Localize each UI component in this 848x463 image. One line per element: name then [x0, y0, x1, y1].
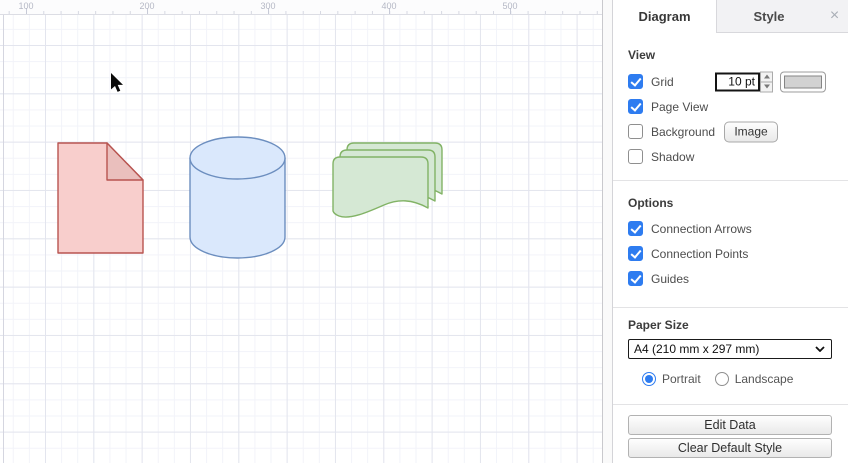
grid-checkbox[interactable]: [628, 74, 643, 89]
grid-label: Grid: [651, 74, 674, 89]
connection-arrows-checkbox[interactable]: [628, 221, 643, 236]
divider: [613, 307, 848, 308]
row-connection-arrows: Connection Arrows: [628, 216, 831, 241]
drawing-canvas[interactable]: 100 200 300 400 500: [0, 0, 602, 463]
panel-tabbar: Diagram Style ×: [613, 0, 848, 33]
vertical-scrollbar[interactable]: [602, 0, 613, 463]
grid-size-input[interactable]: [715, 72, 760, 91]
guides-label: Guides: [651, 271, 690, 286]
canvas-grid[interactable]: [0, 15, 602, 463]
edit-data-button[interactable]: Edit Data: [628, 415, 832, 435]
ruler-label: 300: [260, 1, 276, 11]
background-checkbox[interactable]: [628, 124, 643, 139]
grid-color-button[interactable]: [780, 71, 826, 92]
note-fold: [106, 142, 144, 181]
close-icon[interactable]: ×: [830, 8, 839, 24]
stepper-up-icon[interactable]: [760, 71, 773, 82]
stepper-down-icon[interactable]: [760, 82, 773, 92]
page-view-checkbox[interactable]: [628, 99, 643, 114]
multi-document-shape[interactable]: [332, 142, 443, 218]
row-page-view: Page View: [628, 94, 831, 119]
row-guides: Guides: [628, 266, 831, 291]
background-label: Background: [651, 124, 716, 139]
connection-arrows-label: Connection Arrows: [651, 221, 752, 236]
panel-close-area: ×: [821, 0, 848, 33]
mouse-cursor-icon: [110, 71, 125, 93]
paper-size-value: A4 (210 mm x 297 mm): [634, 342, 760, 356]
ruler-label: 500: [502, 1, 518, 11]
row-connection-points: Connection Points: [628, 241, 831, 266]
app-window: 100 200 300 400 500 Diagram Style × View…: [0, 0, 848, 463]
ruler-label: 200: [139, 1, 155, 11]
portrait-label: Portrait: [662, 371, 701, 386]
page-view-label: Page View: [651, 99, 709, 114]
paper-size-select[interactable]: A4 (210 mm x 297 mm): [628, 339, 832, 359]
tab-diagram[interactable]: Diagram: [613, 0, 716, 33]
divider: [613, 180, 848, 181]
image-button[interactable]: Image: [724, 121, 778, 142]
clear-default-style-button[interactable]: Clear Default Style: [628, 438, 832, 458]
chevron-down-icon: [815, 346, 825, 352]
row-background: Background Image: [628, 119, 831, 144]
grid-color-swatch: [784, 75, 822, 88]
section-title-options: Options: [628, 196, 674, 210]
landscape-label: Landscape: [734, 371, 794, 386]
row-shadow: Shadow: [628, 144, 831, 169]
guides-checkbox[interactable]: [628, 271, 643, 286]
portrait-radio[interactable]: [642, 371, 656, 386]
shadow-checkbox[interactable]: [628, 149, 643, 164]
format-panel: Diagram Style × View Grid 10 pt Page Vie…: [613, 0, 848, 463]
cylinder-shape[interactable]: [189, 136, 286, 259]
horizontal-ruler: 100 200 300 400 500: [0, 0, 602, 15]
grid-size-stepper: [760, 71, 773, 92]
shadow-label: Shadow: [651, 149, 695, 164]
divider: [613, 404, 848, 405]
note-shape[interactable]: [57, 142, 144, 254]
ruler-label: 400: [381, 1, 397, 11]
section-title-view: View: [628, 48, 656, 62]
orientation-radios: Portrait Landscape: [628, 371, 831, 386]
connection-points-checkbox[interactable]: [628, 246, 643, 261]
ruler-label: 100: [18, 1, 34, 11]
tab-style[interactable]: Style: [716, 0, 821, 33]
landscape-radio[interactable]: [714, 371, 729, 386]
section-title-paper-size: Paper Size: [628, 318, 689, 332]
connection-points-label: Connection Points: [651, 246, 749, 261]
row-grid: Grid: [628, 69, 831, 94]
